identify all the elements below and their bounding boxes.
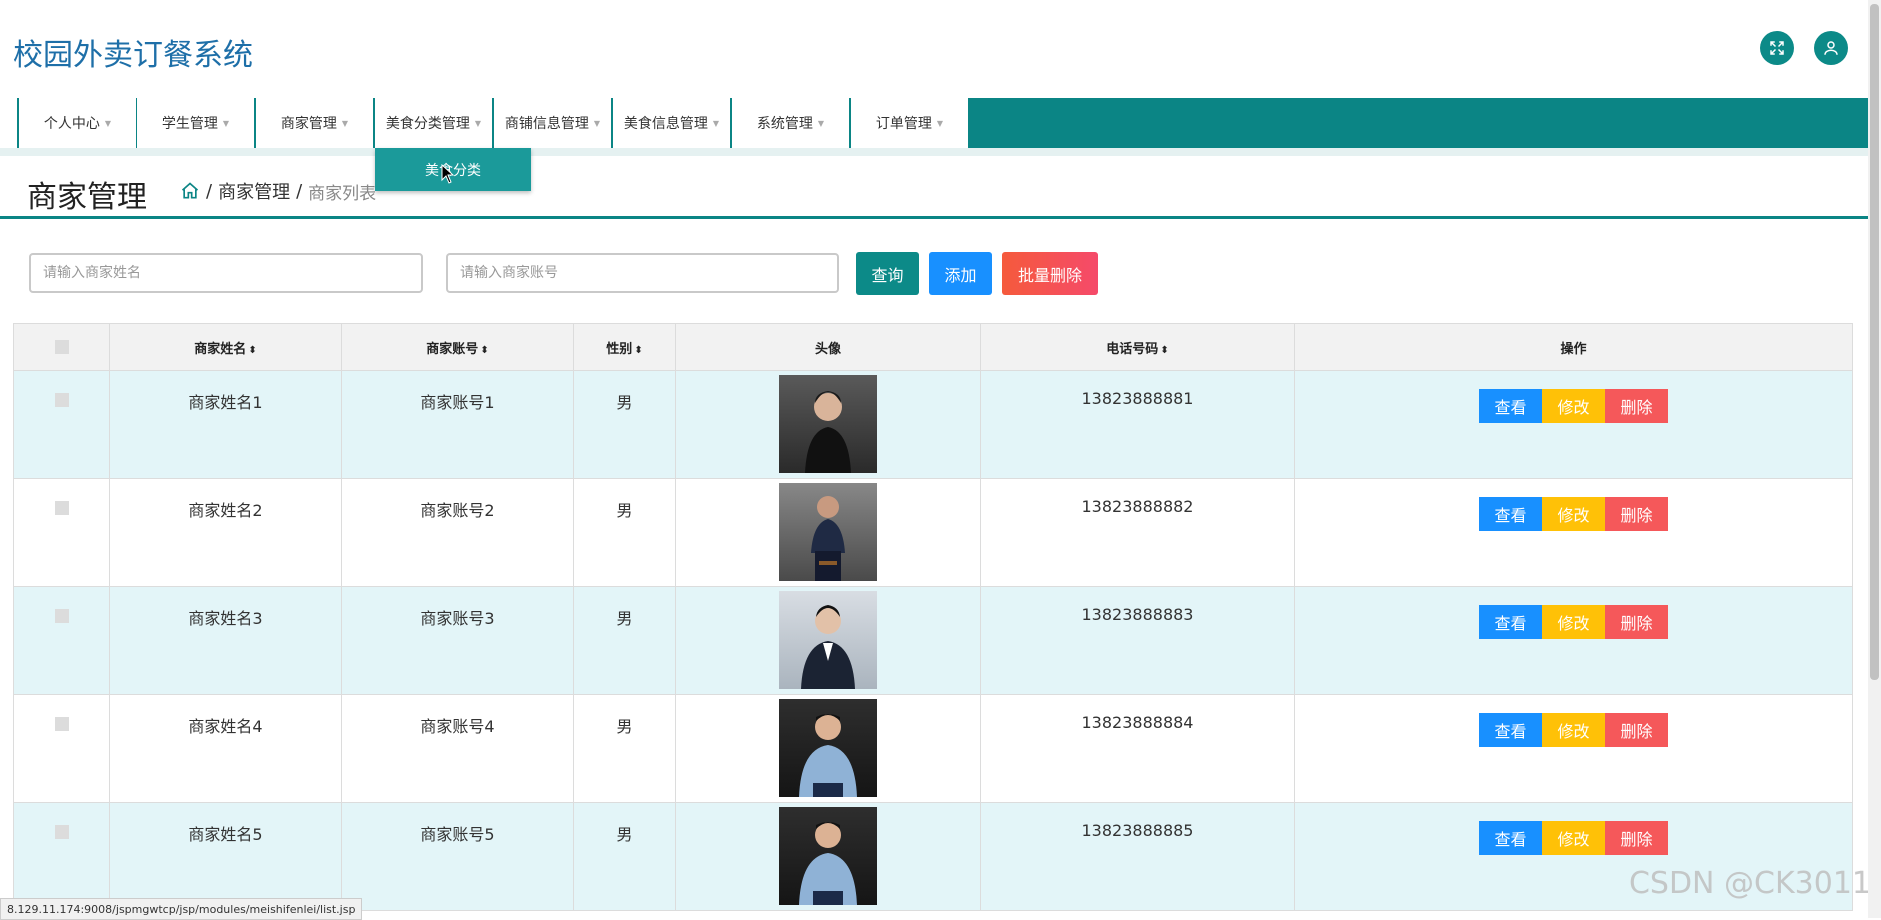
avatar-photo [779, 699, 877, 797]
cell-gender: 男 [573, 478, 676, 587]
fullscreen-button[interactable] [1760, 31, 1794, 65]
breadcrumb-current: 商家列表 [308, 183, 377, 204]
delete-button[interactable]: 删除 [1605, 389, 1668, 423]
table-header-row: 商家姓名 ⬍ 商家账号 ⬍ 性别 ⬍ 头像 电话号码 ⬍ 操作 [13, 323, 1853, 371]
add-button[interactable]: 添加 [929, 252, 992, 295]
title-divider [0, 216, 1868, 219]
breadcrumb-parent[interactable]: 商家管理 [218, 178, 290, 204]
top-navbar: 个人中心 ▼ 学生管理 ▼ 商家管理 ▼ 美食分类管理 ▼ 商铺信息管理 ▼ 美食信息管理… [17, 98, 1868, 148]
page-title: 商家管理 [27, 180, 147, 215]
cell-account: 商家账号1 [341, 370, 574, 479]
user-button[interactable] [1814, 31, 1848, 65]
table-row: 商家姓名5 商家账号5 男 13823888885 查看 修改 删除 [13, 802, 1853, 911]
edit-button[interactable]: 修改 [1542, 497, 1605, 531]
table-row: 商家姓名3 商家账号3 男 13823888883 查看 修改 删除 [13, 586, 1853, 695]
row-checkbox[interactable] [54, 716, 69, 731]
cell-gender: 男 [573, 586, 676, 695]
view-button[interactable]: 查看 [1479, 389, 1542, 423]
column-header-account[interactable]: 商家账号 ⬍ [341, 323, 574, 371]
mouse-cursor-icon [441, 164, 455, 184]
column-header-avatar: 头像 [675, 323, 981, 371]
row-checkbox[interactable] [54, 392, 69, 407]
row-checkbox[interactable] [54, 608, 69, 623]
sort-icon: ⬍ [1160, 344, 1169, 356]
nav-item-students[interactable]: 学生管理 ▼ [136, 98, 254, 148]
delete-button[interactable]: 删除 [1605, 497, 1668, 531]
edit-button[interactable]: 修改 [1542, 389, 1605, 423]
breadcrumb: / 商家管理 / 商家列表 [180, 178, 376, 204]
cell-gender: 男 [573, 694, 676, 803]
table-row: 商家姓名2 商家账号2 男 13823888882 查看 修改 删除 [13, 478, 1853, 587]
delete-button[interactable]: 删除 [1605, 605, 1668, 639]
column-header-actions: 操作 [1294, 323, 1853, 371]
row-checkbox[interactable] [54, 500, 69, 515]
edit-button[interactable]: 修改 [1542, 821, 1605, 855]
column-header-gender[interactable]: 性别 ⬍ [573, 323, 676, 371]
watermark: CSDN @CK3011 [1628, 866, 1871, 901]
nav-item-food-category[interactable]: 美食分类管理 ▼ [374, 98, 492, 148]
sort-icon: ⬍ [634, 344, 643, 356]
view-button[interactable]: 查看 [1479, 713, 1542, 747]
view-button[interactable]: 查看 [1479, 821, 1542, 855]
column-header-phone[interactable]: 电话号码 ⬍ [980, 323, 1295, 371]
nav-item-food-info[interactable]: 美食信息管理 ▼ [612, 98, 730, 148]
cell-account: 商家账号5 [341, 802, 574, 911]
delete-button[interactable]: 删除 [1605, 821, 1668, 855]
avatar-photo [779, 591, 877, 689]
nav-item-personal[interactable]: 个人中心 ▼ [18, 98, 136, 148]
edit-button[interactable]: 修改 [1542, 713, 1605, 747]
cell-gender: 男 [573, 370, 676, 479]
avatar-photo [779, 375, 877, 473]
column-header-name[interactable]: 商家姓名 ⬍ [109, 323, 342, 371]
cell-name: 商家姓名3 [109, 586, 342, 695]
cell-name: 商家姓名1 [109, 370, 342, 479]
cell-name: 商家姓名2 [109, 478, 342, 587]
cell-phone: 13823888883 [980, 586, 1295, 695]
select-all-header [13, 323, 110, 371]
select-all-checkbox[interactable] [54, 340, 69, 354]
cell-account: 商家账号3 [341, 586, 574, 695]
view-button[interactable]: 查看 [1479, 605, 1542, 639]
home-icon[interactable] [180, 181, 200, 201]
sort-icon: ⬍ [248, 344, 257, 356]
cell-phone: 13823888885 [980, 802, 1295, 911]
avatar-photo [779, 483, 877, 581]
cell-gender: 男 [573, 802, 676, 911]
avatar-photo [779, 807, 877, 905]
sort-icon: ⬍ [480, 344, 489, 356]
user-icon [1824, 41, 1838, 55]
cell-account: 商家账号4 [341, 694, 574, 803]
vertical-scrollbar[interactable] [1868, 0, 1881, 918]
merchant-account-input[interactable] [446, 253, 839, 293]
view-button[interactable]: 查看 [1479, 497, 1542, 531]
cell-account: 商家账号2 [341, 478, 574, 587]
cell-name: 商家姓名5 [109, 802, 342, 911]
merchant-table: 商家姓名 ⬍ 商家账号 ⬍ 性别 ⬍ 头像 电话号码 ⬍ 操作 商家姓名1 商家账号1 … [13, 323, 1853, 911]
edit-button[interactable]: 修改 [1542, 605, 1605, 639]
table-row: 商家姓名4 商家账号4 男 13823888884 查看 修改 删除 [13, 694, 1853, 803]
status-bar-url: 8.129.11.174:9008/jspmgwtcp/jsp/modules/… [0, 898, 363, 920]
delete-button[interactable]: 删除 [1605, 713, 1668, 747]
cell-phone: 13823888884 [980, 694, 1295, 803]
cell-name: 商家姓名4 [109, 694, 342, 803]
table-row: 商家姓名1 商家账号1 男 13823888881 查看 修改 删除 [13, 370, 1853, 479]
nav-item-merchants[interactable]: 商家管理 ▼ [255, 98, 373, 148]
app-title: 校园外卖订餐系统 [13, 38, 253, 73]
fullscreen-icon [1770, 41, 1784, 55]
nav-underline [0, 148, 1868, 156]
row-checkbox[interactable] [54, 824, 69, 839]
batch-delete-button[interactable]: 批量删除 [1002, 252, 1098, 295]
cell-phone: 13823888882 [980, 478, 1295, 587]
merchant-name-input[interactable] [29, 253, 423, 293]
scrollbar-thumb[interactable] [1870, 4, 1879, 680]
nav-item-shop-info[interactable]: 商铺信息管理 ▼ [493, 98, 611, 148]
nav-item-system[interactable]: 系统管理 ▼ [731, 98, 849, 148]
cell-phone: 13823888881 [980, 370, 1295, 479]
nav-item-orders[interactable]: 订单管理 ▼ [850, 98, 968, 148]
query-button[interactable]: 查询 [856, 252, 919, 295]
